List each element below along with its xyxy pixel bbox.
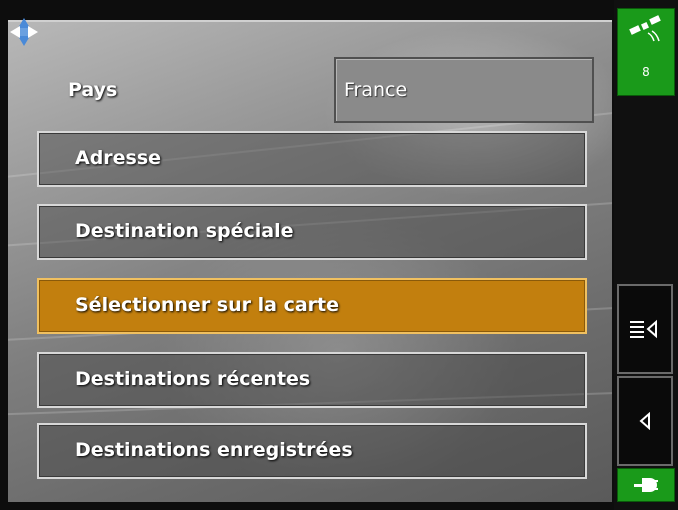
menu-item-label: Adresse [75, 147, 162, 169]
menu-item-select-on-map[interactable]: Sélectionner sur la carte [37, 278, 587, 334]
list-back-icon [630, 319, 657, 339]
menu-item-label: Sélectionner sur la carte [75, 294, 339, 316]
gps-status[interactable]: 8 [617, 8, 675, 96]
list-back-button[interactable] [617, 284, 673, 374]
menu-item-recent-destinations[interactable]: Destinations récentes [37, 352, 587, 408]
compass-arrows-icon [10, 18, 38, 46]
gps-satellite-count: 8 [642, 65, 650, 79]
back-button[interactable] [617, 376, 673, 466]
country-value: France [344, 79, 408, 101]
power-plug-icon [634, 478, 658, 492]
navigation-screen: Pays France Adresse Destination spéciale… [0, 0, 678, 510]
menu-item-special-destination[interactable]: Destination spéciale [37, 204, 587, 260]
menu-item-label: Destinations récentes [75, 368, 311, 390]
power-status[interactable] [617, 468, 675, 502]
menu-item-label: Destination spéciale [75, 220, 294, 242]
country-field[interactable]: France [334, 57, 594, 123]
country-label: Pays [68, 79, 118, 101]
menu-item-address[interactable]: Adresse [37, 131, 587, 187]
menu-item-saved-destinations[interactable]: Destinations enregistrées [37, 423, 587, 479]
satellite-icon [629, 15, 661, 42]
back-arrow-icon [639, 412, 650, 430]
menu-item-label: Destinations enregistrées [75, 439, 353, 461]
